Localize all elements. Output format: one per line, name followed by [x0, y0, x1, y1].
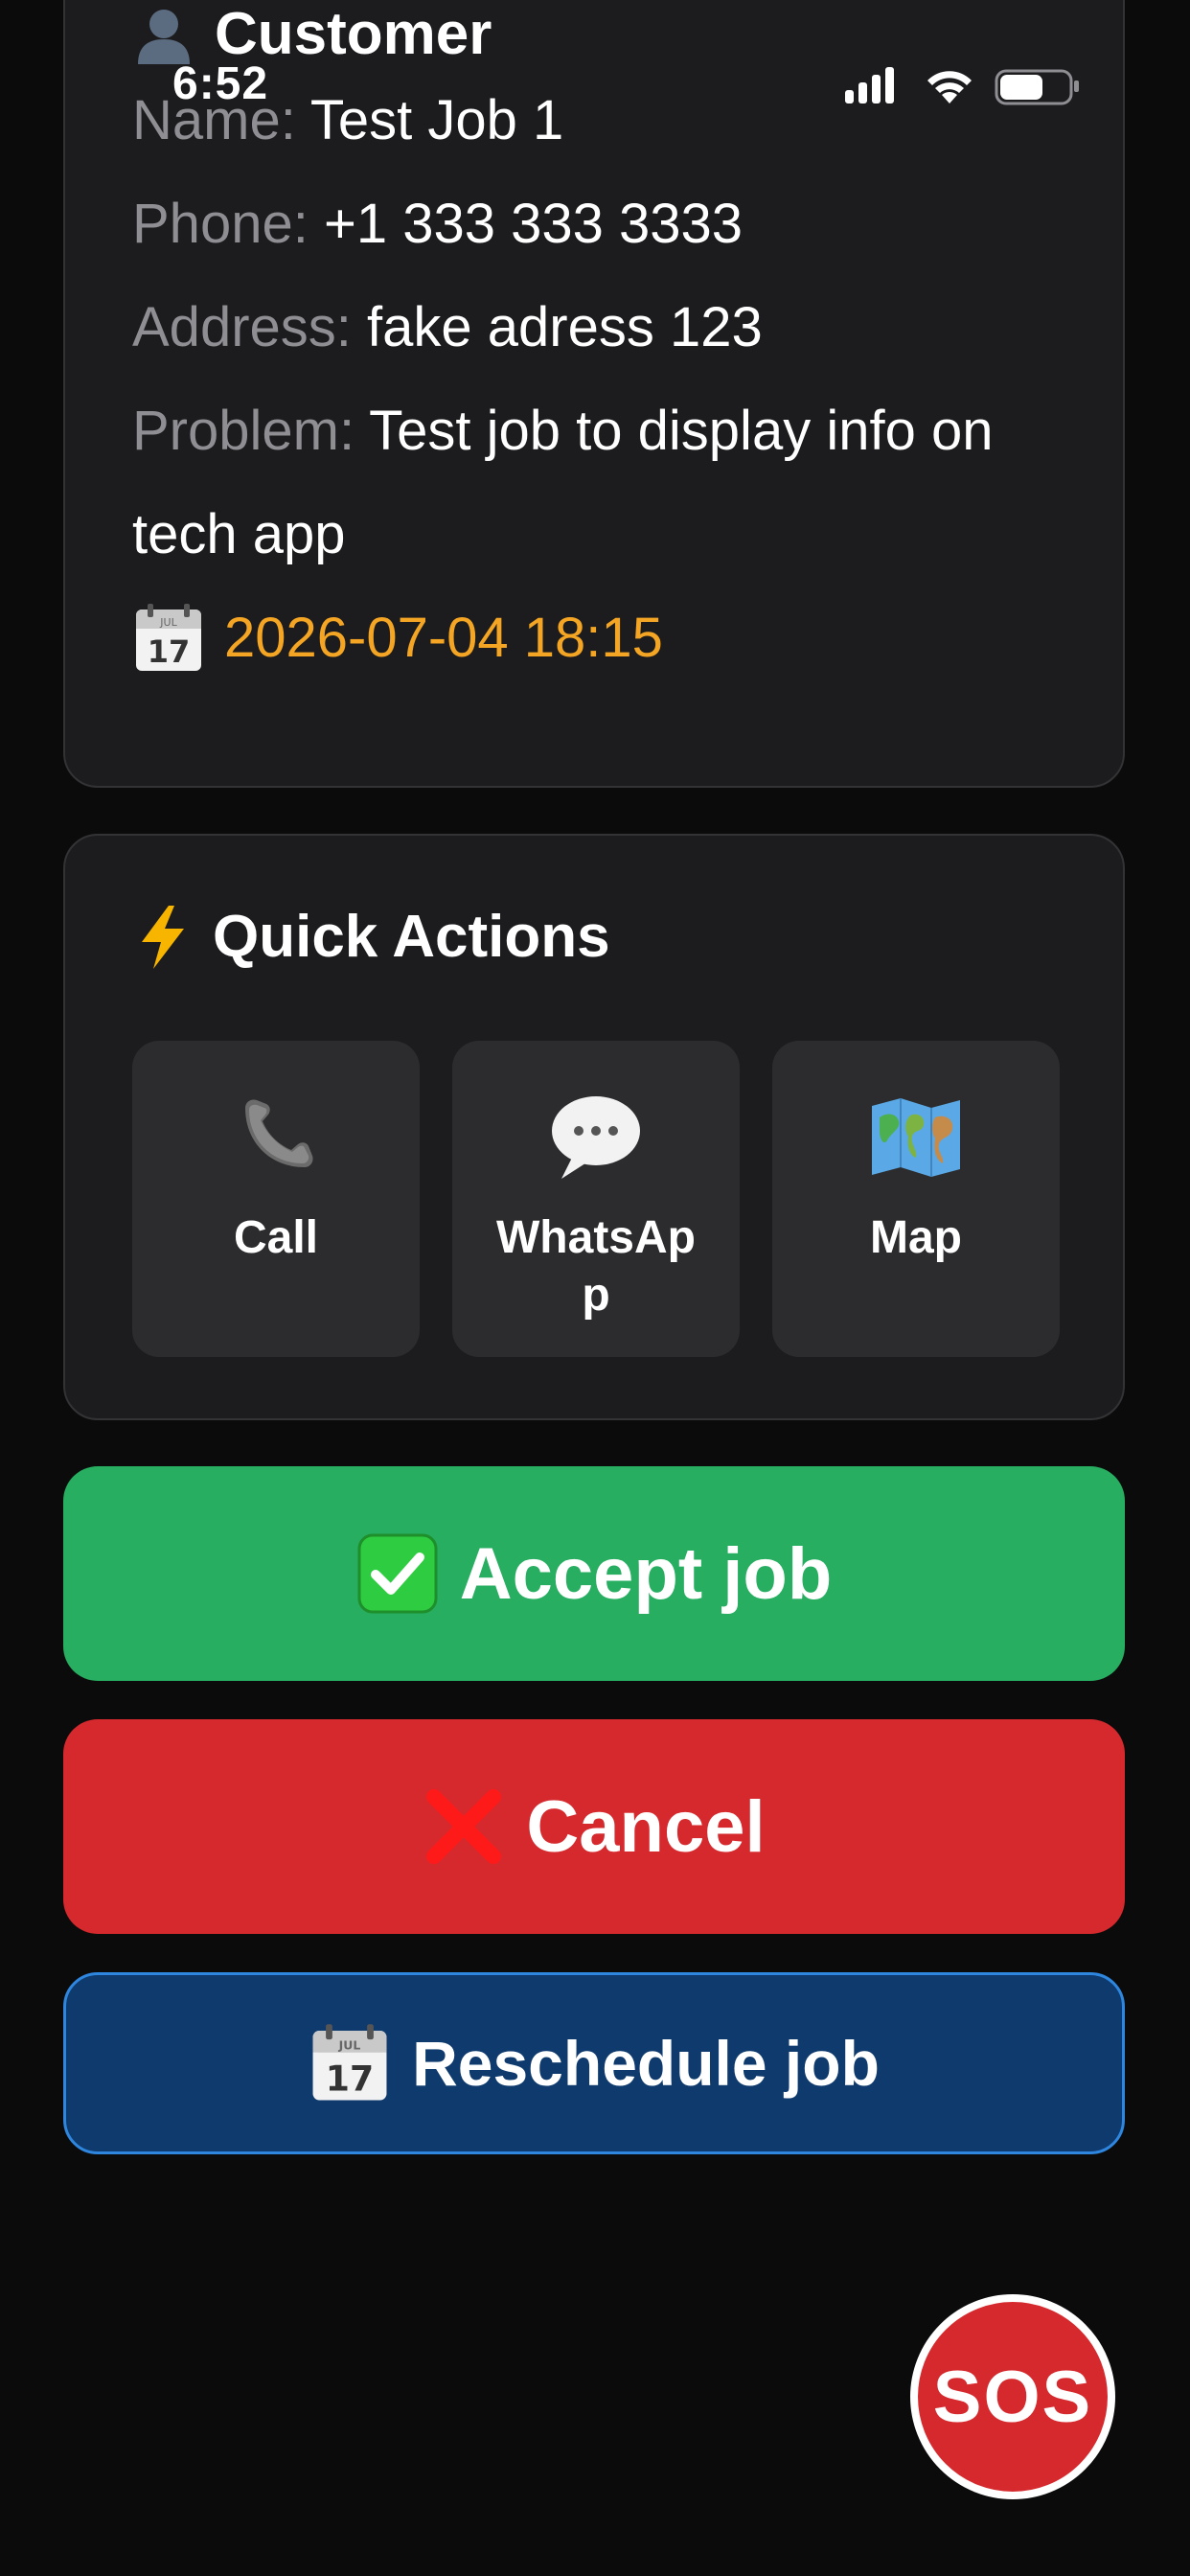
check-mark-icon [357, 1533, 438, 1614]
customer-phone-row[interactable]: Phone: +1 333 333 3333 [132, 172, 1052, 276]
phone-icon [245, 1099, 313, 1167]
quick-actions-title-text: Quick Actions [213, 904, 610, 970]
lightning-icon [142, 905, 184, 969]
calendar-icon: JUL 17 [312, 2024, 387, 2101]
quick-actions-title: Quick Actions [132, 903, 610, 971]
job-date-value: 2026-07-04 18:15 [224, 607, 663, 669]
status-time: 6:52 [172, 58, 269, 109]
accept-job-button[interactable]: Accept job [63, 1466, 1125, 1681]
quick-actions-card: Quick Actions Call WhatsApp Map [63, 834, 1125, 1420]
reschedule-job-label: Reschedule job [412, 2028, 880, 2099]
problem-label: Problem: [132, 400, 355, 462]
map-tile[interactable]: Map [772, 1041, 1060, 1357]
status-bar: 6:52 [0, 0, 1190, 125]
customer-problem-row: Problem: Test job to display info on tec… [132, 380, 1052, 586]
svg-text:17: 17 [148, 633, 191, 670]
cancel-job-button[interactable]: Cancel [63, 1719, 1125, 1934]
cancel-job-label: Cancel [526, 1785, 766, 1868]
whatsapp-label: WhatsApp [496, 1212, 696, 1321]
quick-actions-tiles: Call WhatsApp Map [132, 1041, 1060, 1357]
svg-text:JUL: JUL [159, 616, 177, 629]
phone-value[interactable]: +1 333 333 3333 [324, 193, 743, 255]
wifi-icon [927, 71, 972, 104]
cellular-signal-icon [845, 67, 894, 104]
map-label: Map [870, 1212, 962, 1263]
whatsapp-tile[interactable]: WhatsApp [452, 1041, 740, 1357]
address-value: fake adress 123 [367, 296, 763, 358]
svg-text:17: 17 [326, 2058, 374, 2099]
customer-address-row: Address: fake adress 123 [132, 276, 1052, 380]
battery-icon [995, 69, 1079, 105]
address-label: Address: [132, 296, 352, 358]
calendar-icon: JUL 17 [136, 604, 201, 671]
cross-mark-icon [426, 1789, 502, 1864]
customer-date-row: JUL 17 2026-07-04 18:15 [132, 586, 1052, 690]
world-map-icon [872, 1098, 960, 1177]
svg-text:JUL: JUL [338, 2037, 361, 2052]
sos-button[interactable]: SOS [910, 2294, 1115, 2499]
speech-bubble-icon [552, 1096, 640, 1179]
accept-job-label: Accept job [459, 1532, 833, 1615]
reschedule-job-button[interactable]: JUL 17 Reschedule job [63, 1972, 1125, 2154]
phone-label: Phone: [132, 193, 309, 255]
call-label: Call [233, 1212, 319, 1263]
call-tile[interactable]: Call [132, 1041, 420, 1357]
screen: Customer Name: Test Job 1 Phone: +1 333 … [0, 0, 1190, 2576]
